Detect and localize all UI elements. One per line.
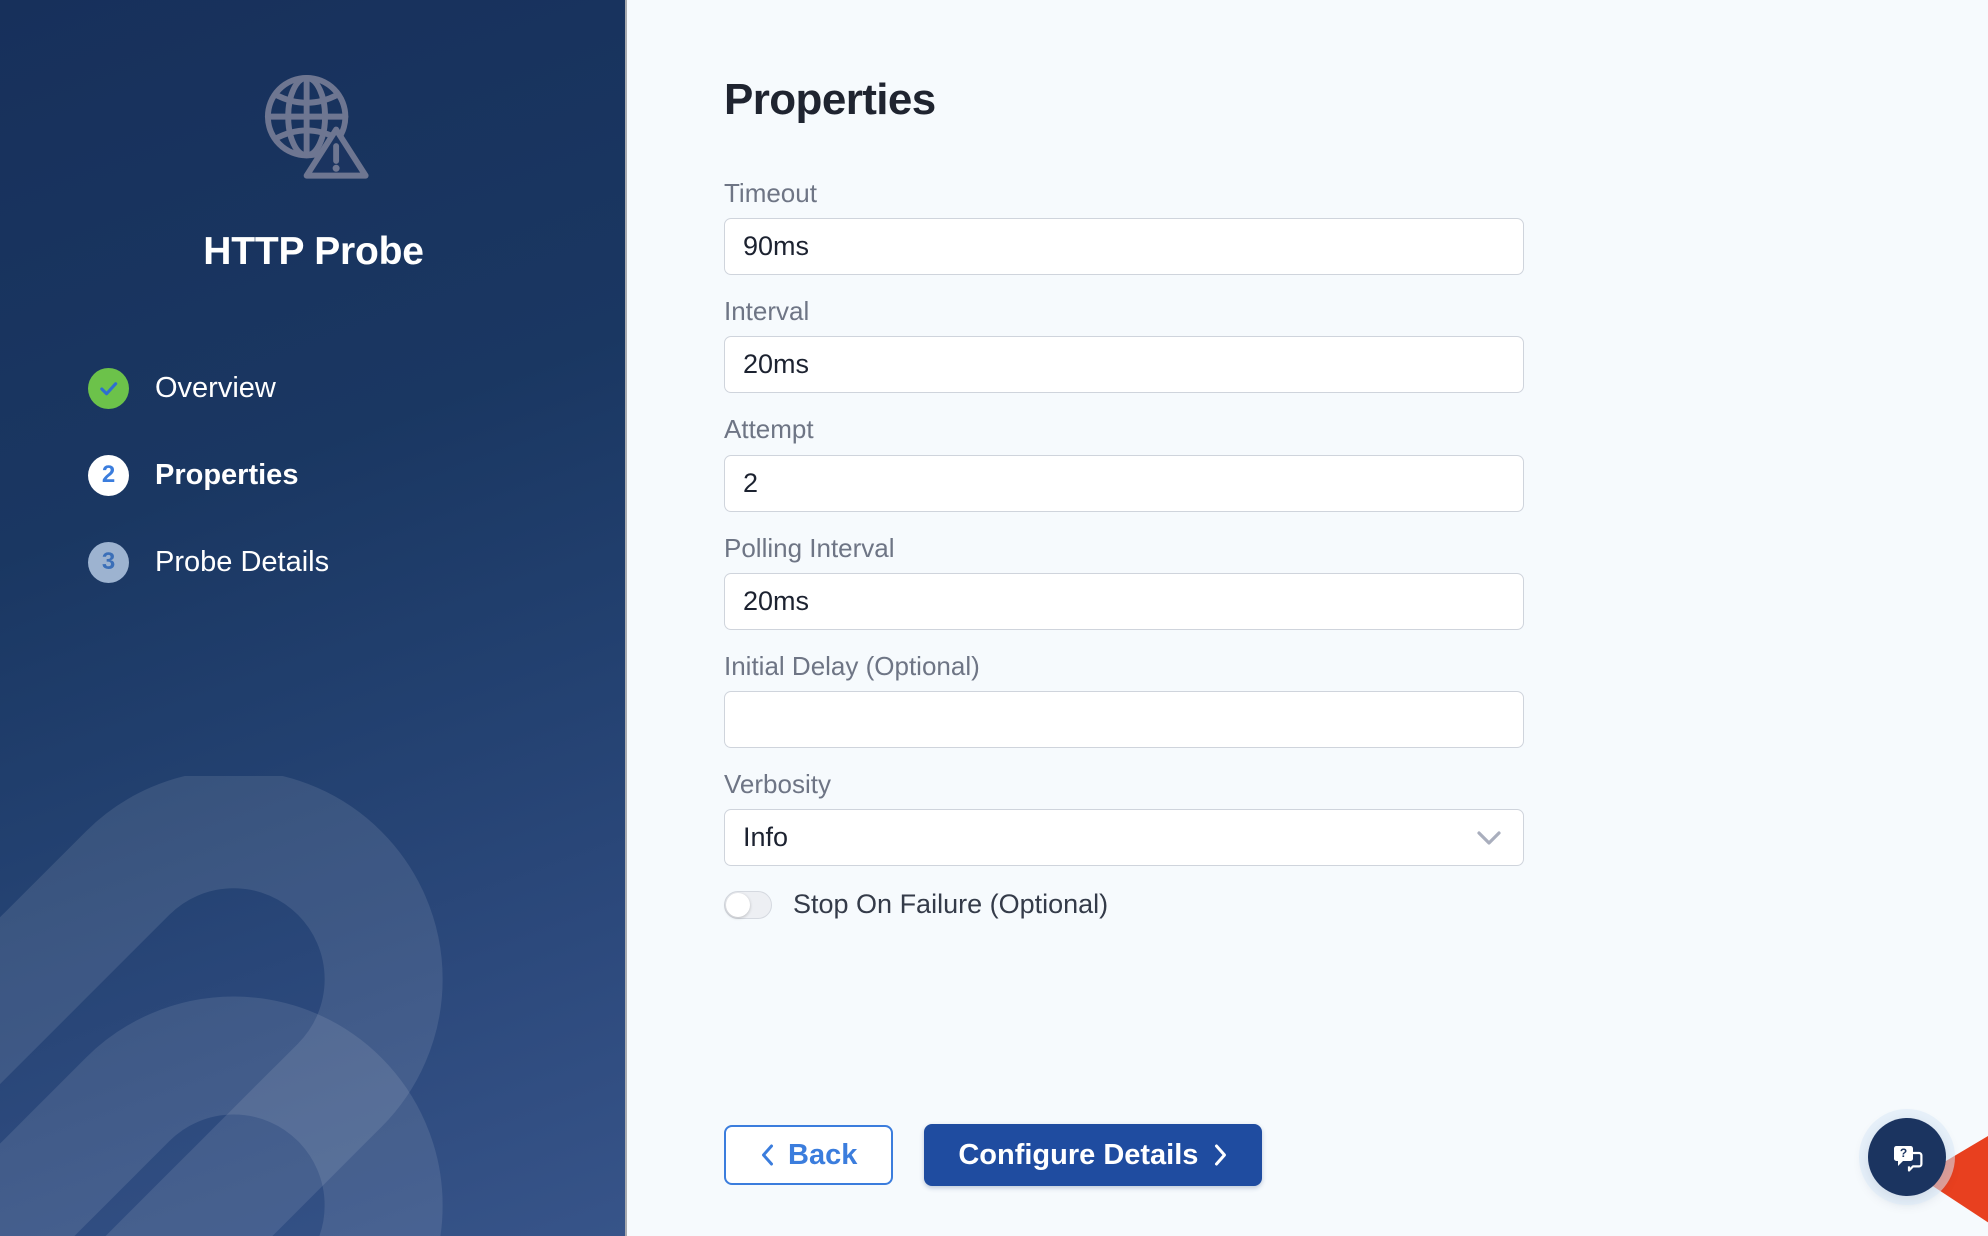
stop-on-failure-row: Stop On Failure (Optional) (724, 889, 1524, 920)
stop-on-failure-label: Stop On Failure (Optional) (793, 889, 1109, 920)
field-interval: Interval (724, 296, 1524, 394)
toggle-knob (726, 892, 750, 917)
chat-support-button[interactable]: ? (1868, 1118, 1946, 1196)
probe-wizard-page: HTTP Probe Overview 2 Properties 3 Probe… (0, 0, 1988, 1236)
decorative-chain-watermark (0, 776, 443, 1236)
chevron-left-icon (762, 1144, 773, 1166)
globe-warning-icon (264, 74, 369, 179)
sidebar-step-label-properties: Properties (155, 458, 299, 491)
verbosity-select[interactable] (724, 809, 1524, 867)
interval-input[interactable] (724, 336, 1524, 394)
sidebar-step-overview[interactable]: Overview (88, 366, 329, 410)
back-button-label: Back (788, 1138, 858, 1171)
stop-on-failure-toggle[interactable] (724, 890, 772, 919)
field-polling-interval: Polling Interval (724, 533, 1524, 630)
field-initial-delay: Initial Delay (Optional) (724, 651, 1524, 748)
field-label-polling-interval: Polling Interval (724, 532, 895, 563)
field-label-attempt: Attempt (724, 414, 814, 445)
initial-delay-input[interactable] (724, 690, 1524, 748)
configure-details-button[interactable]: Configure Details (924, 1124, 1263, 1186)
sidebar-step-label-probe-details: Probe Details (155, 545, 330, 578)
timeout-input[interactable] (724, 218, 1524, 276)
form-actions: Back Configure Details (724, 1124, 1263, 1186)
field-label-interval: Interval (724, 296, 810, 327)
sidebar-brand-title: HTTP Probe (203, 230, 424, 273)
field-label-timeout: Timeout (724, 178, 817, 208)
chat-question-icon: ? (1894, 1146, 1923, 1172)
sidebar-step-properties[interactable]: 2 Properties (88, 453, 329, 497)
configure-details-label: Configure Details (958, 1138, 1199, 1171)
chevron-right-icon (1215, 1144, 1227, 1166)
attempt-input[interactable] (724, 454, 1524, 512)
polling-interval-input[interactable] (724, 572, 1524, 630)
svg-text:?: ? (1900, 1146, 1907, 1160)
back-button[interactable]: Back (724, 1125, 894, 1185)
field-verbosity: Verbosity (724, 768, 1524, 867)
page-title: Properties (724, 75, 936, 124)
field-label-initial-delay: Initial Delay (Optional) (724, 650, 980, 681)
step-check-icon (88, 367, 129, 409)
sidebar-step-label-overview: Overview (155, 371, 276, 404)
step-number-badge-3: 3 (88, 541, 129, 583)
sidebar-step-probe-details[interactable]: 3 Probe Details (88, 540, 329, 584)
main-content: Properties Timeout Interval Attempt Poll… (627, 0, 1988, 1236)
step-number-badge-2: 2 (88, 454, 129, 496)
verbosity-select-wrap (724, 809, 1524, 867)
field-attempt: Attempt (724, 414, 1524, 512)
field-label-verbosity: Verbosity (724, 768, 831, 799)
wizard-sidebar: HTTP Probe Overview 2 Properties 3 Probe… (0, 0, 627, 1236)
wizard-steps: Overview 2 Properties 3 Probe Details (88, 366, 329, 627)
properties-form: Timeout Interval Attempt Polling Interva… (724, 178, 1524, 920)
field-timeout: Timeout (724, 178, 1524, 276)
